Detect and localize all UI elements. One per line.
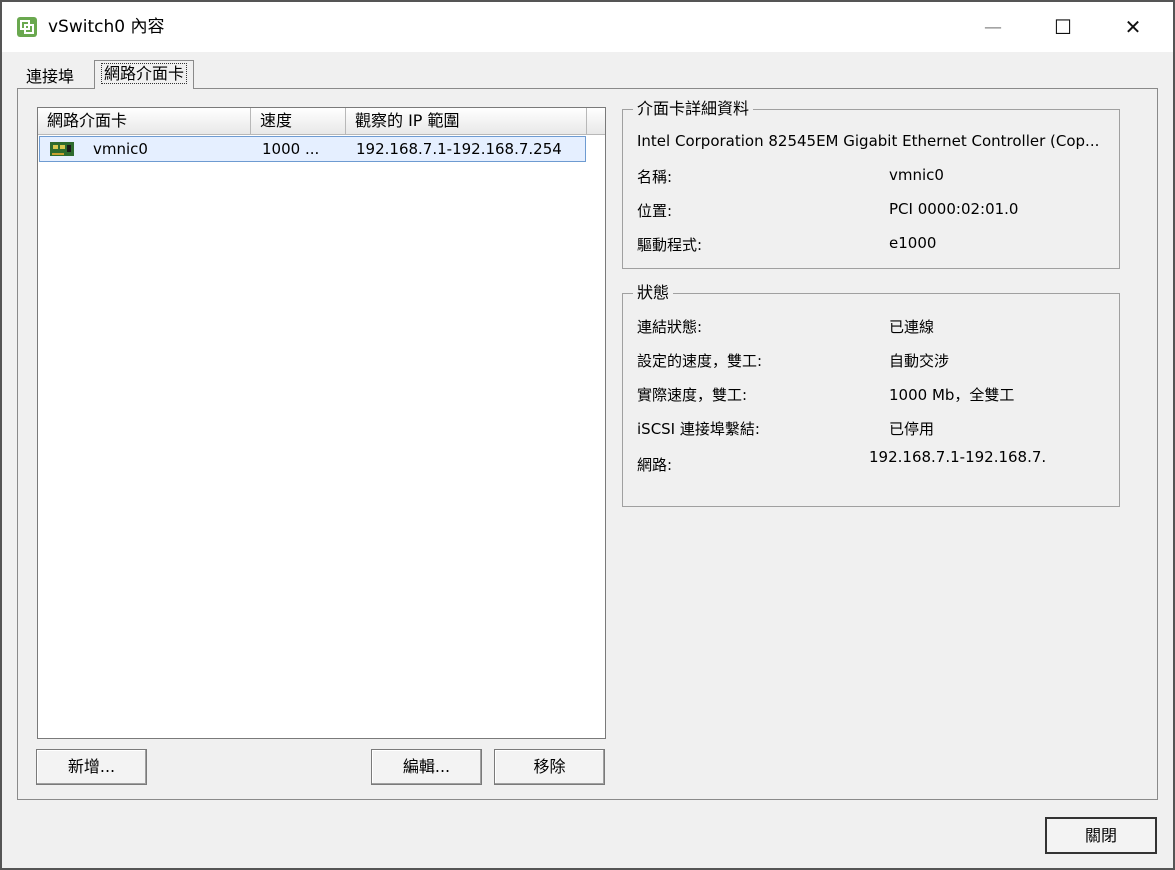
status-label-actual-speed: 實際速度，雙工: bbox=[637, 386, 748, 404]
adapter-list-header: 網路介面卡 速度 觀察的 IP 範圍 bbox=[38, 108, 605, 135]
adapter-list[interactable]: 網路介面卡 速度 觀察的 IP 範圍 vmnic0 1000 ... 192.1… bbox=[37, 107, 606, 739]
detail-label-location: 位置: bbox=[637, 202, 673, 220]
title-bar[interactable]: vSwitch0 內容 — ☐ ✕ bbox=[2, 2, 1173, 52]
properties-window: vSwitch0 內容 — ☐ ✕ 連接埠 網路介面卡 網路介面卡 速度 觀察的… bbox=[0, 0, 1175, 870]
close-icon: ✕ bbox=[1124, 15, 1142, 39]
tab-ports[interactable]: 連接埠 bbox=[20, 64, 80, 90]
status-label-configured-speed: 設定的速度，雙工: bbox=[637, 352, 763, 370]
maximize-icon: ☐ bbox=[1054, 15, 1072, 39]
table-row[interactable]: vmnic0 1000 ... 192.168.7.1-192.168.7.25… bbox=[39, 136, 586, 162]
status-value-iscsi-binding: 已停用 bbox=[889, 420, 935, 438]
status-label-network: 網路: bbox=[637, 456, 673, 474]
minimize-icon: — bbox=[984, 16, 1002, 38]
column-header-ip-range[interactable]: 觀察的 IP 範圍 bbox=[346, 108, 587, 134]
close-button[interactable]: 關閉 bbox=[1045, 817, 1157, 854]
adapter-speed: 1000 ... bbox=[262, 140, 320, 158]
window-title: vSwitch0 內容 bbox=[48, 17, 165, 37]
minimize-button[interactable]: — bbox=[958, 2, 1028, 52]
column-header-adapter[interactable]: 網路介面卡 bbox=[38, 108, 251, 134]
status-value-configured-speed: 自動交涉 bbox=[889, 352, 950, 370]
remove-button[interactable]: 移除 bbox=[494, 749, 605, 785]
tab-network-adapters-label: 網路介面卡 bbox=[101, 63, 188, 84]
edit-button[interactable]: 編輯... bbox=[371, 749, 482, 785]
status-value-actual-speed: 1000 Mb，全雙工 bbox=[889, 386, 1015, 404]
column-header-filler bbox=[587, 108, 605, 134]
vsphere-app-icon bbox=[17, 17, 37, 37]
close-window-button[interactable]: ✕ bbox=[1098, 2, 1168, 52]
adapter-details-legend: 介面卡詳細資料 bbox=[633, 99, 754, 119]
status-label-link: 連結狀態: bbox=[637, 318, 703, 336]
nic-icon bbox=[50, 142, 74, 156]
adapter-details-group: 介面卡詳細資料 Intel Corporation 82545EM Gigabi… bbox=[622, 99, 1120, 269]
detail-value-driver: e1000 bbox=[889, 234, 937, 252]
status-value-network: 192.168.7.1-192.168.7. bbox=[869, 448, 1047, 466]
detail-label-name: 名稱: bbox=[637, 168, 673, 186]
status-value-link: 已連線 bbox=[889, 318, 935, 336]
detail-label-driver: 驅動程式: bbox=[637, 236, 703, 254]
add-button[interactable]: 新增... bbox=[36, 749, 147, 785]
status-group: 狀態 連結狀態: 已連線 設定的速度，雙工: 自動交涉 實際速度，雙工: 100… bbox=[622, 283, 1120, 507]
tab-network-adapters[interactable]: 網路介面卡 bbox=[94, 60, 195, 89]
detail-value-name: vmnic0 bbox=[889, 166, 944, 184]
column-header-speed[interactable]: 速度 bbox=[251, 108, 346, 134]
status-label-iscsi-binding: iSCSI 連接埠繫結: bbox=[637, 420, 760, 438]
detail-value-location: PCI 0000:02:01.0 bbox=[889, 200, 1019, 218]
status-legend: 狀態 bbox=[633, 283, 674, 303]
adapter-description: Intel Corporation 82545EM Gigabit Ethern… bbox=[637, 132, 1100, 150]
adapter-name: vmnic0 bbox=[93, 140, 148, 158]
maximize-button[interactable]: ☐ bbox=[1028, 2, 1098, 52]
tab-panel: 網路介面卡 速度 觀察的 IP 範圍 vmnic0 1000 ... 192.1… bbox=[17, 88, 1158, 800]
adapter-ip-range: 192.168.7.1-192.168.7.254 bbox=[356, 140, 562, 158]
